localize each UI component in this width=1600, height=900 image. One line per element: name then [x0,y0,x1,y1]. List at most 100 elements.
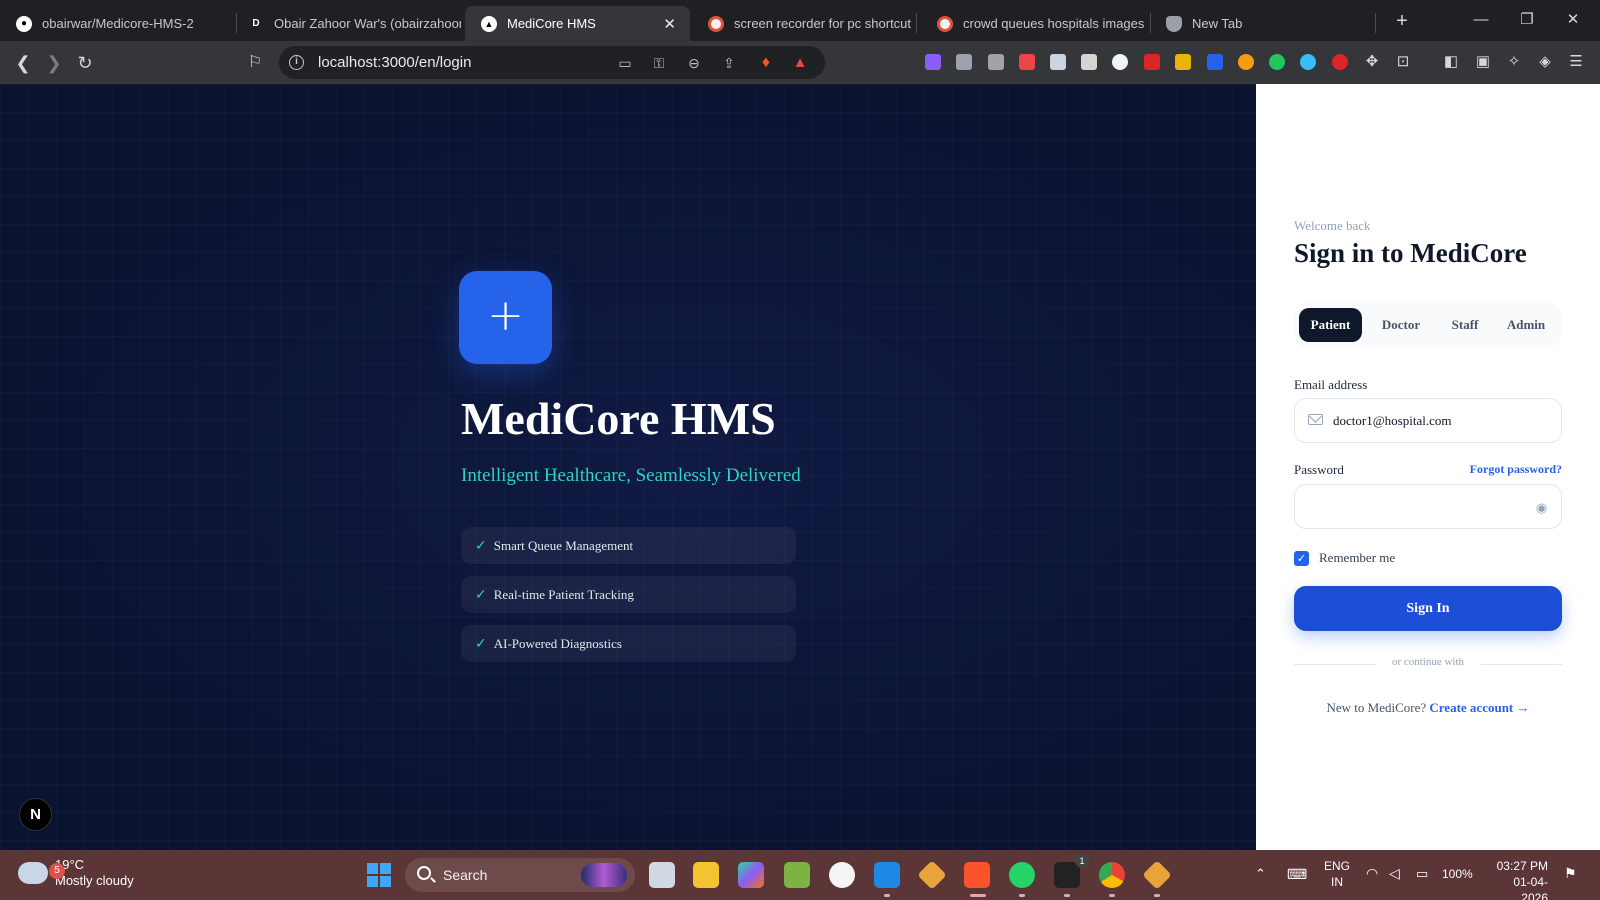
chatgpt-icon[interactable] [829,862,855,888]
new-tab-button[interactable]: + [1389,8,1415,34]
weather-desc: Mostly cloudy [55,873,134,888]
page-viewport: + MediCore HMS Intelligent Healthcare, S… [0,84,1600,850]
screenshot-icon[interactable]: ⊡ [1393,52,1413,72]
clock-time: 03:27 PM [1496,859,1548,873]
extension-icon[interactable] [1019,54,1035,70]
file-explorer-icon[interactable] [693,862,719,888]
check-icon: ✓ [475,537,487,554]
chrome-icon[interactable] [1099,862,1125,888]
tab-title: New Tab [1192,16,1243,31]
create-account-link[interactable]: Create account → [1429,700,1529,715]
brave-browser-icon[interactable] [964,862,990,888]
brave-shields-icon[interactable]: ♦ [756,54,776,72]
leo-ai-icon[interactable]: ✧ [1504,52,1524,72]
share-icon[interactable]: ⇪ [719,54,739,72]
feature-item: ✓ Smart Queue Management [461,527,796,564]
email-field[interactable]: doctor1@hospital.com [1294,398,1562,443]
extension-icon[interactable] [925,54,941,70]
role-tab-patient[interactable]: Patient [1299,308,1362,342]
running-indicator [884,894,890,897]
chevron-up-icon[interactable]: ⌃ [1255,866,1266,882]
notification-bell-icon[interactable]: ⚑ [1564,865,1577,882]
copilot-icon[interactable] [738,862,764,888]
password-field[interactable]: ◉ [1294,484,1562,529]
taskbar: 5 19°C Mostly cloudy Search 1 ⌃ ⌨ ENG IN… [0,850,1600,900]
volume-icon[interactable]: ◁ [1389,865,1400,882]
taskbar-search[interactable]: Search [405,858,635,892]
running-indicator [1019,894,1025,897]
tab-screen-recorder[interactable]: screen recorder for pc shortcut [692,6,916,41]
site-info-icon[interactable]: i [289,55,304,70]
restore-button[interactable]: ❐ [1504,6,1550,34]
extension-icon[interactable] [988,54,1004,70]
role-tab-staff[interactable]: Staff [1440,308,1490,342]
role-tab-doctor[interactable]: Doctor [1368,308,1434,342]
forgot-password-link[interactable]: Forgot password? [1470,462,1562,477]
tab-title: Obair Zahoor War's (obairzahoor [274,16,461,31]
notification-badge: 1 [1075,854,1089,868]
feature-item: ✓ AI-Powered Diagnostics [461,625,796,662]
nextjs-dev-badge[interactable]: N [19,798,52,831]
wifi-icon[interactable]: ◠ [1366,865,1378,882]
extension-icon[interactable] [956,54,972,70]
extension-icon[interactable] [1238,54,1254,70]
extension-icon[interactable] [1144,54,1160,70]
keyboard-icon[interactable]: ⌨ [1287,866,1307,883]
vpn-icon[interactable]: ◈ [1535,52,1555,72]
task-view-icon[interactable] [649,862,675,888]
extension-icon[interactable] [1300,54,1316,70]
mail-icon [1308,414,1323,425]
puzzle-icon[interactable]: ✥ [1362,52,1382,72]
weather-widget[interactable]: 5 19°C Mostly cloudy [18,857,134,889]
battery-icon[interactable]: ▭ [1416,866,1428,882]
whatsapp-icon[interactable] [1009,862,1035,888]
sign-in-button[interactable]: Sign In [1294,586,1562,631]
browser-toolbar: ❮ ❯ ↻ ⚐ i localhost:3000/en/login ▭ ⚿ ⊖ … [0,41,1600,84]
extension-icon[interactable] [1332,54,1348,70]
clock[interactable]: 03:27 PM 01-04-2026 [1488,858,1548,900]
remember-me[interactable]: ✓ Remember me [1294,550,1395,566]
tab-medicore[interactable]: ▲ MediCore HMS ✕ [465,6,690,41]
wallet-icon[interactable]: ▣ [1473,52,1493,72]
divider-text: or continue with [1376,656,1480,668]
brave-rewards-icon[interactable]: ▲ [790,54,810,72]
tab-github[interactable]: ● obairwar/Medicore-HMS-2 [0,6,232,41]
minimize-button[interactable]: — [1458,6,1504,34]
login-title: Sign in to MediCore [1294,238,1527,268]
zoom-icon[interactable]: ⊖ [684,54,704,72]
extension-icon[interactable] [1050,54,1066,70]
git-icon[interactable] [1142,860,1172,890]
windows-start-icon[interactable] [367,863,391,887]
tab-obair-profile[interactable]: D Obair Zahoor War's (obairzahoor [232,6,461,41]
key-icon[interactable]: ⚿ [649,54,669,72]
bookmark-icon[interactable]: ⚐ [241,49,269,77]
extension-icon[interactable] [1269,54,1285,70]
tab-new-tab[interactable]: New Tab [1150,6,1350,41]
extension-icon[interactable] [1175,54,1191,70]
address-bar[interactable]: i localhost:3000/en/login ▭ ⚿ ⊖ ⇪ ♦ ▲ [279,46,825,79]
password-label: Password [1294,462,1344,477]
forward-button[interactable]: ❯ [40,49,68,77]
git-icon[interactable] [917,860,947,890]
back-button[interactable]: ❮ [9,49,37,77]
sidebar-icon[interactable]: ◧ [1441,52,1461,72]
menu-icon[interactable]: ☰ [1566,52,1586,72]
extension-icon[interactable] [1207,54,1223,70]
close-tab-icon[interactable]: ✕ [655,15,676,33]
close-window-button[interactable]: ✕ [1550,6,1596,34]
vscode-icon[interactable] [874,862,900,888]
cast-icon[interactable]: ▭ [615,54,635,72]
extension-icon[interactable] [1081,54,1097,70]
tab-crowd-queues[interactable]: crowd queues hospitals images [921,6,1146,41]
email-label: Email address [1294,377,1368,392]
brave-icon [708,15,724,32]
extension-icon[interactable] [1112,54,1128,70]
chess-icon[interactable] [784,862,810,888]
signup-prefix: New to MediCore? [1326,700,1427,715]
role-tab-admin[interactable]: Admin [1495,308,1557,342]
language-indicator[interactable]: ENG IN [1324,858,1350,890]
eye-icon[interactable]: ◉ [1533,499,1550,516]
reload-button[interactable]: ↻ [71,49,99,77]
remember-checkbox[interactable]: ✓ [1294,550,1309,566]
tab-title: MediCore HMS [507,16,596,31]
